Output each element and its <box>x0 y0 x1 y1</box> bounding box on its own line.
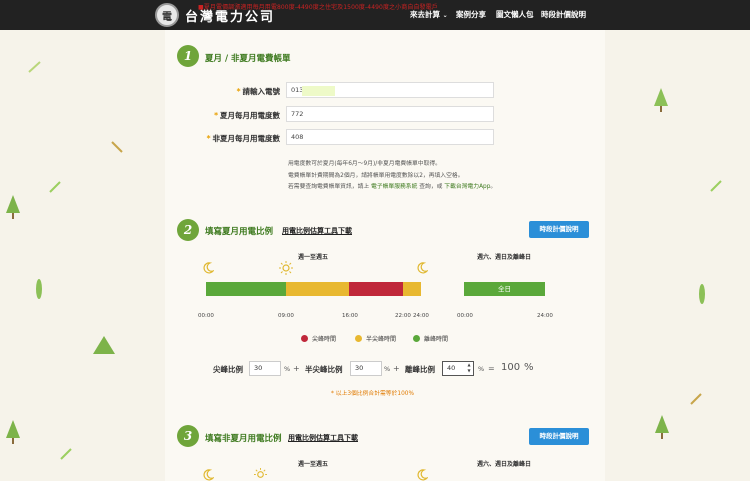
halfpeak-percent: % <box>384 365 391 373</box>
ratio-warning: * 以上3個比例合計需等於100% <box>331 391 414 397</box>
weekend-tick-0000: 00:00 <box>457 313 473 319</box>
legend-peak: 尖峰時間 <box>301 334 336 343</box>
step-2-title: 填寫夏月用電比例 <box>205 227 274 237</box>
taipower-app-link[interactable]: 下載台灣電力App <box>444 184 490 190</box>
leaf-decoration-icon <box>690 393 702 405</box>
moon-icon <box>203 469 214 481</box>
tree-decoration-icon <box>93 336 115 354</box>
chevron-down-icon: ⌄ <box>442 12 448 19</box>
offpeak-segment-morning <box>206 282 286 296</box>
moon-icon <box>417 262 428 274</box>
summer-usage-input[interactable]: 772 <box>286 106 494 122</box>
sun-icon <box>254 468 267 478</box>
tree-decoration-icon <box>6 195 20 219</box>
summer-usage-label: * 夏月每月用電度數 <box>214 111 280 120</box>
halfpeak-segment-evening <box>403 282 421 296</box>
ratio-tool-download-link[interactable]: 用電比例估算工具下載 <box>282 226 352 236</box>
nav-calculate[interactable]: 來去計算 ⌄ <box>410 9 448 20</box>
tick-0900: 09:00 <box>278 313 294 319</box>
account-number-label: * 請輸入電號 <box>236 87 280 96</box>
step-1-title: 夏月 / 非夏月電費帳單 <box>205 54 291 64</box>
ratio-total: 100 <box>501 362 521 373</box>
usage-note-2: 電費帳單計費期間為2個月，請將帳單用電度數除以2，再填入空格。 <box>288 173 464 179</box>
tick-2400: 24:00 <box>413 313 429 319</box>
ratio-total-unit: % <box>524 362 534 373</box>
tick-0000: 00:00 <box>198 313 214 319</box>
moon-icon <box>417 469 428 481</box>
nav-infographic[interactable]: 圖文懶人包 <box>496 9 534 20</box>
step-2-badge: 2 <box>177 219 199 241</box>
leaf-decoration-icon <box>28 61 41 73</box>
peak-percent: % <box>284 365 291 373</box>
peak-ratio-input[interactable]: 30 <box>249 361 281 376</box>
nonsummer-usage-input[interactable]: 408 <box>286 129 494 145</box>
taipower-logo[interactable]: 電 台灣電力公司 <box>155 3 275 27</box>
leaf-decoration-icon <box>111 141 123 153</box>
tree-decoration-icon <box>655 415 669 439</box>
weekend-tick-2400: 24:00 <box>537 313 553 319</box>
tick-2200: 22:00 <box>395 313 411 319</box>
offpeak-percent: % <box>478 365 485 373</box>
step-3-badge: 3 <box>177 425 199 447</box>
step-1-badge: 1 <box>177 45 199 67</box>
peak-dot-icon <box>301 335 308 342</box>
leaf-decoration-icon <box>710 180 722 192</box>
logo-emblem-icon: 電 <box>155 3 179 27</box>
nav-tou-explanation[interactable]: 時段計價說明 <box>541 9 586 20</box>
halfpeak-ratio-label: 半尖峰比例 <box>305 365 343 374</box>
offpeak-dot-icon <box>413 335 420 342</box>
tree-decoration-icon <box>6 420 20 444</box>
top-navbar: ■夏月電價調漲適用每月用電800度-4490度之住宅及1500度-4490度之小… <box>0 0 750 30</box>
weekday-header-2: 週一至週五 <box>298 461 329 468</box>
brand-name: 台灣電力公司 <box>185 9 276 25</box>
halfpeak-ratio-input[interactable]: 30 <box>350 361 382 376</box>
legend-halfpeak: 半尖峰時間 <box>355 334 396 343</box>
nav-cases[interactable]: 案例分享 <box>456 9 486 20</box>
weekend-offpeak-bar: 全日 <box>464 282 545 296</box>
usage-note-3: 若需要查詢電費帳單資訊，請上 電子帳單服務系統 查詢，或 下載台灣電力App。 <box>288 184 497 190</box>
weekday-header: 週一至週五 <box>298 254 329 261</box>
weekend-header-2: 週六、週日及離峰日 <box>477 461 532 468</box>
ebill-link[interactable]: 電子帳單服務系統 <box>371 184 417 190</box>
tou-explanation-button[interactable]: 時段計價說明 <box>529 221 589 238</box>
weekend-header: 週六、週日及離峰日 <box>477 254 532 261</box>
step-3-title: 填寫非夏月用電比例 <box>205 434 282 444</box>
offpeak-ratio-label: 離峰比例 <box>405 365 435 374</box>
usage-note-1: 用電度數可於夏月(每年6月～9月)/非夏月電費帳單中取得。 <box>288 161 441 167</box>
tick-1600: 16:00 <box>342 313 358 319</box>
halfpeak-dot-icon <box>355 335 362 342</box>
leaf-decoration-icon <box>60 448 72 460</box>
nonsummer-usage-label: * 非夏月每月用電度數 <box>206 134 280 143</box>
tree-decoration-icon <box>654 88 668 112</box>
leaf-decoration-icon <box>699 284 705 304</box>
plus-sign: + <box>293 364 300 373</box>
redacted-highlight <box>302 86 335 96</box>
sun-icon <box>279 261 293 275</box>
leaf-decoration-icon <box>49 181 61 193</box>
halfpeak-segment-day <box>286 282 349 296</box>
moon-icon <box>203 262 214 274</box>
number-stepper[interactable]: ▲ ▼ <box>465 362 473 375</box>
peak-ratio-label: 尖峰比例 <box>213 365 243 374</box>
tou-explanation-button-2[interactable]: 時段計價說明 <box>529 428 589 445</box>
plus-sign: + <box>393 364 400 373</box>
peak-segment <box>349 282 403 296</box>
leaf-decoration-icon <box>36 279 42 299</box>
equals-sign: = <box>488 364 495 373</box>
ratio-tool-download-link-2[interactable]: 用電比例估算工具下載 <box>288 433 358 443</box>
legend-offpeak: 離峰時間 <box>413 334 448 343</box>
